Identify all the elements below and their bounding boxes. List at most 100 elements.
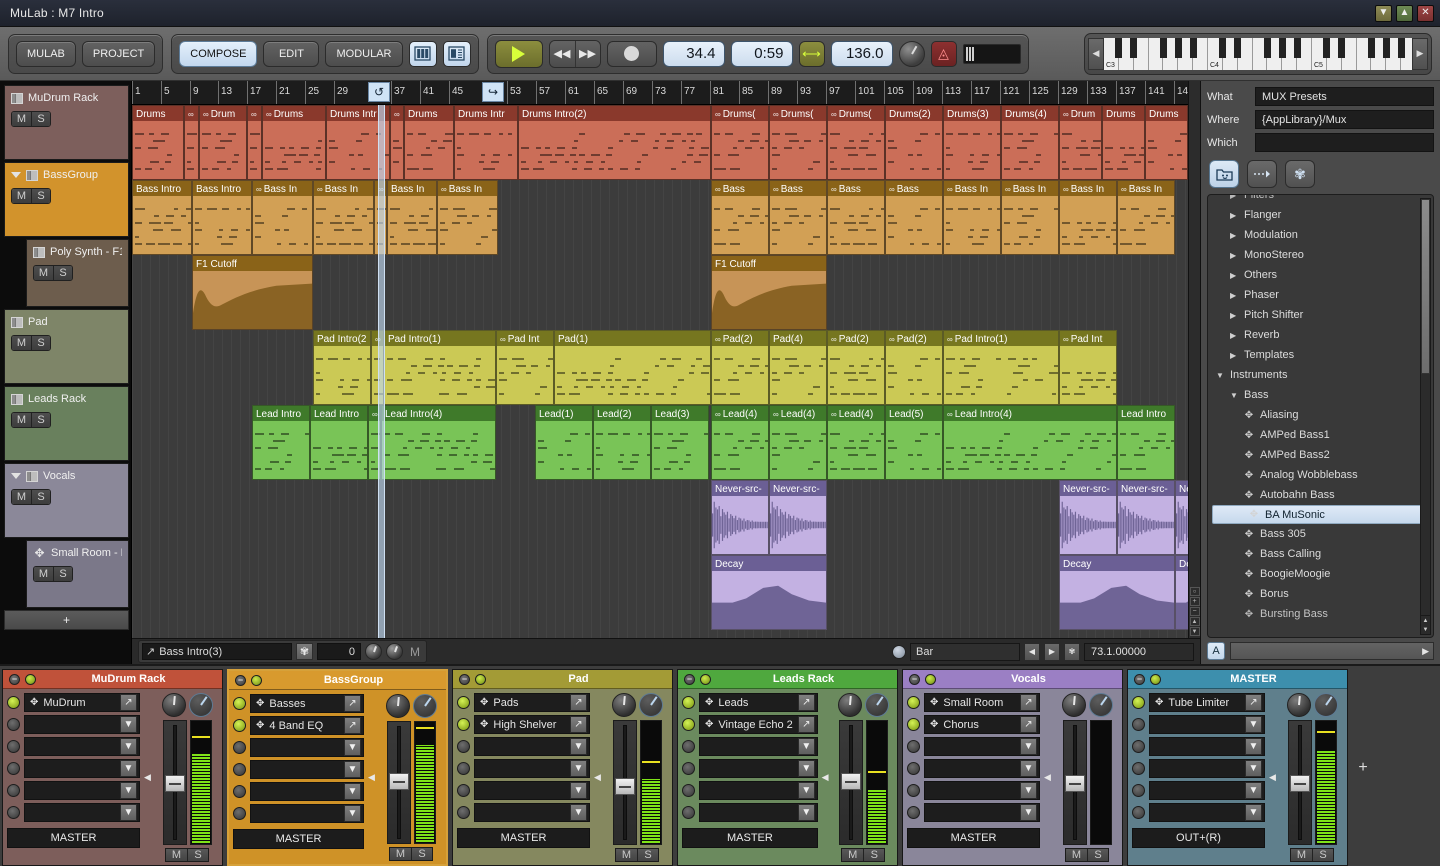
track-header[interactable]: BassGroupMS <box>4 162 129 237</box>
slot-power-led[interactable] <box>907 696 920 709</box>
piano-black-key[interactable] <box>1115 38 1122 58</box>
slot-dropdown-button[interactable]: ▼ <box>344 805 361 822</box>
track-header[interactable]: PadMS <box>4 309 129 384</box>
vertical-scrollbar[interactable]: ○ + − ▲ ▼ <box>1188 81 1200 638</box>
tree-scroll-thumb[interactable] <box>1421 199 1430 374</box>
pan-knob[interactable] <box>162 693 186 717</box>
slot-dropdown-button[interactable]: ▼ <box>570 738 587 755</box>
snap-toggle[interactable] <box>892 645 906 659</box>
browser-folder-item[interactable]: ▶Pitch Shifter <box>1208 305 1433 325</box>
close-button[interactable]: ✕ <box>1417 5 1434 22</box>
ruler-bar-mark[interactable]: 25 <box>305 81 319 104</box>
piano-black-key[interactable] <box>1234 38 1241 58</box>
clip[interactable]: Drums(3) <box>943 105 1001 180</box>
slot-power-led[interactable] <box>457 718 470 731</box>
slot-open-button[interactable]: ↗ <box>570 694 587 711</box>
clip[interactable]: Pad(4) <box>769 330 827 405</box>
browser-status-field[interactable]: ▶ <box>1230 642 1434 660</box>
clip[interactable]: Drums Intro(2) <box>518 105 711 180</box>
slot-dropdown-button[interactable]: ▼ <box>344 761 361 778</box>
slot-name-field[interactable]: ▼ <box>474 781 590 800</box>
slot-name-field[interactable]: ✥Basses↗ <box>250 694 364 713</box>
ruler-bar-mark[interactable]: 93 <box>797 81 811 104</box>
zoom-in-icon[interactable]: + <box>1190 597 1200 606</box>
piano-black-key[interactable] <box>1219 38 1226 58</box>
slot-name-field[interactable]: ▼ <box>1149 803 1265 822</box>
piano-black-key[interactable] <box>1279 38 1286 58</box>
slot-name-field[interactable]: ▼ <box>24 781 140 800</box>
keyboard-right-arrow[interactable]: ▶ <box>1412 38 1428 70</box>
track-lane[interactable]: Pad Intro(2∞Pad Intro(1)∞Pad IntPad(1)∞P… <box>132 330 1188 405</box>
piano-black-key[interactable] <box>1175 38 1182 58</box>
mixer-slot[interactable]: ▼ <box>1132 759 1265 778</box>
chevron-right-icon[interactable]: ▶ <box>1230 311 1238 320</box>
mixer-slot[interactable]: ▼ <box>457 759 590 778</box>
slot-power-led[interactable] <box>457 806 470 819</box>
slot-power-led[interactable] <box>457 784 470 797</box>
mixer-slot[interactable]: ▼ <box>1132 803 1265 822</box>
track-lane[interactable]: DecayDecayDecay <box>132 555 1188 630</box>
browser-preset-item[interactable]: ✥BA MuSonic <box>1212 505 1425 524</box>
volume-fader[interactable] <box>1063 720 1087 845</box>
mixer-output-button[interactable]: OUT+(R) <box>1132 828 1265 848</box>
slot-power-led[interactable] <box>233 741 246 754</box>
slot-power-led[interactable] <box>233 719 246 732</box>
slot-name-field[interactable]: ▼ <box>24 715 140 734</box>
scroll-up-icon[interactable]: ▲ <box>1190 617 1200 626</box>
clip[interactable]: ∞Pad(2) <box>885 330 943 405</box>
mixer-strip[interactable]: −BassGroup✥Basses↗✥4 Band EQ↗▼▼▼▼MASTER◀… <box>227 669 448 866</box>
mixer-slot[interactable]: ▼ <box>1132 781 1265 800</box>
slot-name-field[interactable]: ✥Chorus↗ <box>924 715 1040 734</box>
piano-black-key[interactable] <box>1160 38 1167 58</box>
slot-name-field[interactable]: ✥4 Band EQ↗ <box>250 716 364 735</box>
clip[interactable]: Drums <box>1102 105 1145 180</box>
forward-button[interactable]: ▶▶ <box>575 41 600 67</box>
mixer-slot[interactable]: ▼ <box>7 781 140 800</box>
slot-power-led[interactable] <box>1132 696 1145 709</box>
clip[interactable]: Never-src- <box>1175 480 1188 555</box>
slot-name-field[interactable]: ▼ <box>699 737 818 756</box>
track-mute-button[interactable]: M <box>34 266 53 280</box>
mulab-menu-button[interactable]: MULAB <box>16 41 76 67</box>
ruler-bar-mark[interactable]: 5 <box>161 81 170 104</box>
clip[interactable]: Pad(1) <box>554 330 711 405</box>
mixer-slot[interactable]: ▼ <box>457 737 590 756</box>
mixer-slot[interactable]: ✥Basses↗ <box>233 694 364 713</box>
track-header[interactable]: Leads RackMS <box>4 386 129 461</box>
mixer-slot[interactable]: ▼ <box>682 737 818 756</box>
mixer-mute-button[interactable]: M <box>166 849 187 861</box>
slot-name-field[interactable]: ▼ <box>250 738 364 757</box>
slot-name-field[interactable]: ▼ <box>474 803 590 822</box>
clip[interactable]: Lead Intro <box>252 405 310 480</box>
clip[interactable]: ∞Lead(4) <box>827 405 885 480</box>
slot-power-led[interactable] <box>682 696 695 709</box>
volume-knob[interactable] <box>1089 693 1113 717</box>
rewind-button[interactable]: ◀◀ <box>550 41 575 67</box>
volume-knob[interactable] <box>413 694 437 718</box>
mixer-slot[interactable]: ▼ <box>457 781 590 800</box>
clip[interactable]: ∞ <box>184 105 199 180</box>
pan-knob[interactable] <box>612 693 636 717</box>
ruler-bar-mark[interactable]: 9 <box>190 81 199 104</box>
strip-power-led[interactable] <box>1150 674 1161 685</box>
mixer-slot[interactable]: ▼ <box>1132 715 1265 734</box>
track-solo-button[interactable]: S <box>31 189 50 203</box>
slot-power-led[interactable] <box>682 740 695 753</box>
rack-view-icon[interactable] <box>409 41 437 67</box>
clip[interactable]: F1 Cutoff <box>711 255 827 330</box>
slot-name-field[interactable]: ▼ <box>24 803 140 822</box>
ruler-bar-mark[interactable]: 117 <box>971 81 990 104</box>
slot-dropdown-button[interactable]: ▼ <box>1020 804 1037 821</box>
clip[interactable]: Drums(2) <box>885 105 943 180</box>
clip-transpose-field[interactable]: 0 <box>317 643 361 660</box>
send-arrow-icon[interactable]: ◀ <box>1043 693 1052 862</box>
strip-power-led[interactable] <box>251 675 262 686</box>
chevron-down-icon[interactable] <box>11 473 21 479</box>
ruler-bar-mark[interactable]: 41 <box>420 81 434 104</box>
browser-folder-item[interactable]: ▶Modulation <box>1208 225 1433 245</box>
gear-icon[interactable]: ✾ <box>1285 160 1315 188</box>
clip-name-field[interactable]: ↗ Bass Intro(3) <box>142 643 292 660</box>
clip[interactable]: ∞Drum <box>1059 105 1102 180</box>
slot-power-led[interactable] <box>1132 806 1145 819</box>
clip[interactable]: ∞Bass <box>769 180 827 255</box>
